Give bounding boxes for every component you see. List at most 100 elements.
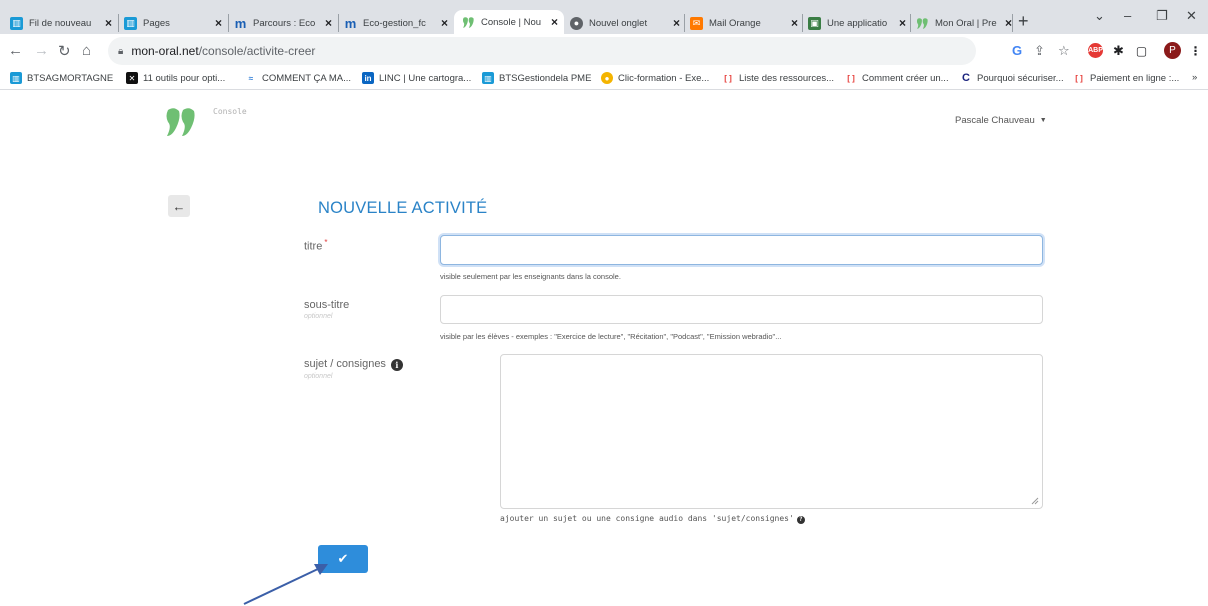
tab-eco-gestion[interactable]: m Eco-gestion_fc ×	[344, 12, 448, 34]
linc-icon: ▥	[10, 16, 23, 30]
bookmark-item[interactable]: in LINC | Une cartogra...	[362, 72, 471, 84]
question-icon[interactable]: ?	[796, 515, 805, 524]
bookmark-label: BTSGestiondela PME	[499, 72, 592, 84]
close-icon[interactable]: ×	[899, 16, 906, 30]
restore-icon[interactable]: ❐	[1156, 8, 1168, 24]
tab-search-icon[interactable]: ⌄	[1094, 8, 1105, 24]
star-icon[interactable]: ☆	[1058, 43, 1070, 59]
close-icon[interactable]: ×	[551, 15, 558, 29]
tab-nouvel-onglet[interactable]: ● Nouvel onglet ×	[570, 12, 680, 34]
m-icon: m	[344, 15, 357, 31]
address-bar[interactable]: 🔒︎ mon-oral.net/console/activite-creer	[108, 37, 976, 65]
linkedin-icon: in	[362, 72, 374, 84]
bookmark-item[interactable]: C Pourquoi sécuriser...	[960, 72, 1064, 84]
new-tab-button[interactable]: +	[1018, 11, 1029, 32]
tab-fil-de-nouveau[interactable]: ▥ Fil de nouveau ×	[10, 12, 112, 34]
close-window-icon[interactable]: ✕	[1186, 8, 1197, 24]
titre-help: visible seulement par les enseignants da…	[440, 272, 621, 281]
browser-toolbar: ← → ↻ ⌂ 🔒︎ mon-oral.net/console/activite…	[0, 34, 1208, 68]
tab-pages[interactable]: ▥ Pages ×	[124, 12, 222, 34]
menu-icon[interactable]: ⋮	[1188, 43, 1203, 58]
bookmark-item[interactable]: ✕ 11 outils pour opti...	[126, 72, 225, 84]
bookmark-item[interactable]: ▥ BTSAGMORTAGNE	[10, 72, 113, 84]
bookmark-item[interactable]: [ ] Comment créer un...	[845, 72, 948, 84]
bracket-icon: [ ]	[724, 73, 732, 83]
tab-label: Mail Orange	[709, 17, 761, 29]
m-icon: m	[234, 15, 247, 31]
sujet-textarea[interactable]	[500, 354, 1043, 509]
bookmark-item[interactable]: ▥ BTSGestiondela PME	[482, 72, 591, 84]
sous-titre-label: sous-titre	[304, 299, 350, 311]
puzzle-icon[interactable]: ✱	[1111, 43, 1126, 58]
reload-icon[interactable]: ↻	[58, 42, 71, 60]
bookmark-item[interactable]: [ ] Paiement en ligne :...	[1073, 72, 1179, 84]
more-bookmarks[interactable]: »	[1192, 72, 1197, 83]
tab-separator	[228, 14, 229, 32]
close-icon[interactable]: ×	[105, 16, 112, 30]
sidepanel-icon[interactable]: ▢	[1134, 43, 1149, 58]
tab-separator	[1012, 14, 1013, 32]
app-icon: ▣	[808, 16, 821, 30]
close-icon[interactable]: ×	[791, 16, 798, 30]
sous-titre-input[interactable]	[440, 295, 1043, 324]
linc-icon: ▥	[10, 72, 22, 84]
tab-separator	[118, 14, 119, 32]
tab-une-application[interactable]: ▣ Une applicatio ×	[808, 12, 906, 34]
page-title: NOUVELLE ACTIVITÉ	[318, 199, 488, 217]
minimize-icon[interactable]: –	[1124, 8, 1131, 23]
tab-separator	[338, 14, 339, 32]
c-icon: C	[962, 72, 970, 84]
bookmark-label: Pourquoi sécuriser...	[977, 72, 1064, 84]
bookmark-item[interactable]: ● Clic-formation - Exe...	[601, 72, 709, 84]
back-button[interactable]: ←	[168, 195, 190, 217]
optional-label: optionnel	[304, 313, 333, 320]
mail-icon: ✉	[690, 16, 703, 30]
back-arrow-icon[interactable]: ←	[8, 42, 23, 59]
bookmark-label: Liste des ressources...	[739, 72, 835, 84]
tab-mail-orange[interactable]: ✉ Mail Orange ×	[690, 12, 798, 34]
tab-separator	[684, 14, 685, 32]
outil-icon: ✕	[126, 72, 138, 84]
sous-titre-help: visible par les élèves - exemples : "Exe…	[440, 332, 782, 341]
close-icon[interactable]: ×	[673, 16, 680, 30]
avatar[interactable]: P	[1164, 42, 1181, 59]
user-name: Pascale Chauveau	[955, 115, 1035, 126]
pointer-arrow-icon	[243, 564, 328, 605]
caret-down-icon: ▼	[1039, 117, 1047, 124]
info-icon[interactable]: i	[390, 359, 403, 371]
resize-handle-icon[interactable]	[1031, 497, 1039, 505]
close-icon[interactable]: ×	[1005, 16, 1012, 30]
bookmark-item[interactable]: [ ] Liste des ressources...	[722, 72, 834, 84]
tab-console[interactable]: Console | Nou ×	[454, 10, 564, 34]
tab-label: Eco-gestion_fc	[363, 17, 426, 29]
titre-label: titre *	[304, 238, 328, 253]
bookmark-label: LINC | Une cartogra...	[379, 72, 472, 84]
bracket-icon: [ ]	[847, 73, 855, 83]
user-menu[interactable]: Pascale Chauveau ▼	[955, 115, 1047, 126]
mon-oral-icon	[462, 16, 475, 29]
mon-oral-logo[interactable]	[164, 106, 198, 138]
sujet-help: ajouter un sujet ou une consigne audio d…	[500, 514, 805, 524]
mon-oral-icon	[916, 17, 929, 30]
titre-input[interactable]	[440, 235, 1043, 265]
google-icon[interactable]: G	[1012, 43, 1022, 58]
close-icon[interactable]: ×	[441, 16, 448, 30]
tab-label: Mon Oral | Pre	[935, 17, 997, 29]
bookmark-item[interactable]: ≈ COMMENT ÇA MA...	[245, 72, 351, 84]
adblock-icon[interactable]: ABP	[1088, 43, 1103, 58]
share-icon[interactable]: ⇪	[1034, 43, 1045, 59]
bookmark-label: BTSAGMORTAGNE	[27, 72, 114, 84]
close-icon[interactable]: ×	[325, 16, 332, 30]
console-label: Console	[213, 107, 247, 116]
bracket-icon: [ ]	[1075, 73, 1083, 83]
tab-mon-oral[interactable]: Mon Oral | Pre ×	[916, 12, 1012, 34]
url-text: mon-oral.net/console/activite-creer	[131, 44, 316, 58]
tab-label: Console | Nou	[481, 16, 542, 28]
home-icon[interactable]: ⌂	[82, 42, 91, 59]
tab-separator	[910, 14, 911, 32]
circle-icon: ●	[601, 72, 613, 84]
tab-label: Fil de nouveau	[29, 17, 92, 29]
tab-parcours[interactable]: m Parcours : Eco ×	[234, 12, 332, 34]
forward-arrow-icon[interactable]: →	[34, 42, 49, 59]
close-icon[interactable]: ×	[215, 16, 222, 30]
